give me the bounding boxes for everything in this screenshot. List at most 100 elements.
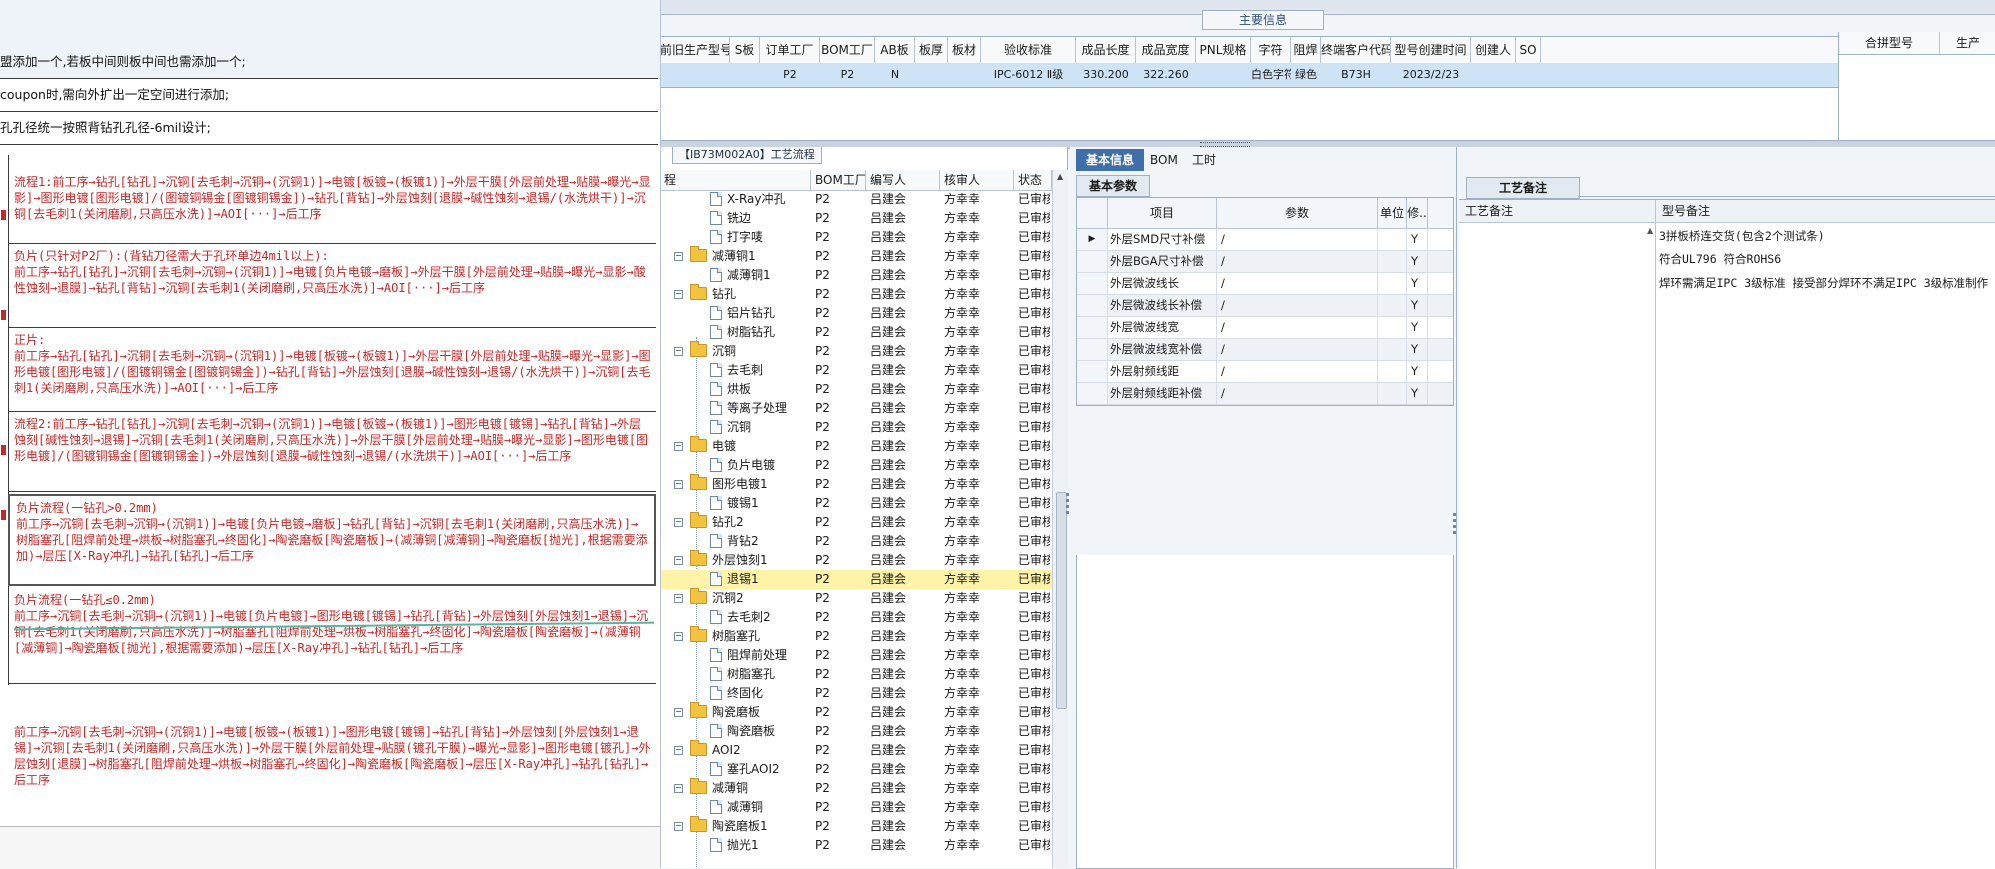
param-value[interactable]: / bbox=[1217, 295, 1378, 316]
tree-row[interactable]: − 钻孔2 P2 吕建会 方幸幸 已审核 bbox=[660, 512, 1052, 532]
collapse-icon[interactable]: − bbox=[674, 347, 683, 356]
tree-row[interactable]: 树脂钻孔 P2 吕建会 方幸幸 已审核 bbox=[660, 323, 1052, 342]
col-process[interactable]: 程 bbox=[660, 170, 811, 190]
tree-row[interactable]: 陶瓷磨板 P2 吕建会 方幸幸 已审核 bbox=[660, 722, 1052, 741]
collapse-icon[interactable]: − bbox=[674, 290, 683, 299]
col-production[interactable]: 生产 bbox=[1940, 32, 1995, 55]
row-indicator[interactable] bbox=[1077, 295, 1108, 316]
col-reviewer[interactable]: 核审人 bbox=[940, 170, 1014, 190]
tree-row[interactable]: 铣边 P2 吕建会 方幸幸 已审核 bbox=[660, 209, 1052, 228]
tree-row[interactable]: − 电镀 P2 吕建会 方幸幸 已审核 bbox=[660, 436, 1052, 456]
tab-bom[interactable]: BOM bbox=[1140, 149, 1188, 171]
tree-row[interactable]: − 减薄铜 P2 吕建会 方幸幸 已审核 bbox=[660, 778, 1052, 798]
info-col-0[interactable]: 前旧生产型号 bbox=[660, 37, 730, 63]
tree-row[interactable]: 铝片钻孔 P2 吕建会 方幸幸 已审核 bbox=[660, 304, 1052, 323]
collapse-icon[interactable]: − bbox=[674, 480, 683, 489]
tree-row[interactable]: 阻焊前处理 P2 吕建会 方幸幸 已审核 bbox=[660, 646, 1052, 665]
tree-row[interactable]: X-Ray冲孔 P2 吕建会 方幸幸 已审核 bbox=[660, 190, 1052, 209]
tab-basic-info[interactable]: 基本信息 bbox=[1076, 149, 1145, 171]
row-indicator[interactable] bbox=[1077, 251, 1108, 272]
info-col-8[interactable]: 成品长度 bbox=[1076, 37, 1136, 63]
info-cell-3[interactable]: P2 bbox=[820, 63, 875, 87]
tree-row[interactable]: 背钻2 P2 吕建会 方幸幸 已审核 bbox=[660, 532, 1052, 551]
info-cell-2[interactable]: P2 bbox=[760, 63, 820, 87]
info-col-3[interactable]: BOM工厂 bbox=[820, 37, 875, 63]
tree-row[interactable]: 烘板 P2 吕建会 方幸幸 已审核 bbox=[660, 380, 1052, 399]
info-cell-16[interactable] bbox=[1516, 63, 1541, 87]
info-col-5[interactable]: 板厚 bbox=[915, 37, 948, 63]
tree-row[interactable]: 负片电镀 P2 吕建会 方幸幸 已审核 bbox=[660, 456, 1052, 475]
tree-row[interactable]: 树脂塞孔 P2 吕建会 方幸幸 已审核 bbox=[660, 665, 1052, 684]
col-item[interactable]: 项目 bbox=[1108, 198, 1217, 228]
info-col-4[interactable]: AB板 bbox=[875, 37, 915, 63]
info-cell-8[interactable]: 330.200 bbox=[1076, 63, 1136, 87]
info-col-6[interactable]: 板材 bbox=[948, 37, 981, 63]
tree-row[interactable]: 塞孔AOI2 P2 吕建会 方幸幸 已审核 bbox=[660, 760, 1052, 779]
col-unit[interactable]: 单位 bbox=[1378, 198, 1407, 228]
tree-row[interactable]: − 陶瓷磨板 P2 吕建会 方幸幸 已审核 bbox=[660, 702, 1052, 722]
tree-row[interactable]: − 沉铜 P2 吕建会 方幸幸 已审核 bbox=[660, 341, 1052, 361]
param-row[interactable]: 外层射频线距补偿 / Y bbox=[1077, 383, 1453, 405]
info-cell-13[interactable]: B73H bbox=[1321, 63, 1391, 87]
collapse-icon[interactable]: − bbox=[674, 822, 683, 831]
col-param[interactable]: 参数 bbox=[1217, 198, 1378, 228]
row-indicator[interactable] bbox=[1077, 383, 1108, 404]
param-value[interactable]: / bbox=[1217, 229, 1378, 250]
info-cell-1[interactable] bbox=[730, 63, 760, 87]
param-value[interactable]: / bbox=[1217, 251, 1378, 272]
info-col-1[interactable]: S板 bbox=[730, 37, 760, 63]
main-info-row[interactable]: P2 P2 N IPC-6012 Ⅱ级 330.200 322.260 白色字符 绿色 B73H… bbox=[660, 63, 1838, 88]
tree-row[interactable]: 等离子处理 P2 吕建会 方幸幸 已审核 bbox=[660, 399, 1052, 418]
col-bom-factory[interactable]: BOM工厂 bbox=[811, 170, 866, 190]
tree-row[interactable]: − 图形电镀1 P2 吕建会 方幸幸 已审核 bbox=[660, 474, 1052, 494]
collapse-icon[interactable]: − bbox=[674, 556, 683, 565]
info-col-15[interactable]: 创建人 bbox=[1471, 37, 1516, 63]
info-cell-12[interactable]: 绿色 bbox=[1291, 63, 1321, 87]
row-indicator[interactable]: ▶ bbox=[1077, 229, 1108, 250]
collapse-icon[interactable]: − bbox=[674, 746, 683, 755]
tree-row[interactable]: 去毛刺2 P2 吕建会 方幸幸 已审核 bbox=[660, 608, 1052, 627]
collapse-up-icon[interactable]: ▲ bbox=[1647, 226, 1653, 235]
param-row[interactable]: 外层微波线宽补偿 / Y bbox=[1077, 339, 1453, 361]
info-cell-5[interactable] bbox=[915, 63, 948, 87]
info-col-13[interactable]: 终端客户代码 bbox=[1321, 37, 1391, 63]
info-col-14[interactable]: 型号创建时间 bbox=[1391, 37, 1471, 63]
param-value[interactable]: / bbox=[1217, 361, 1378, 382]
process-notes-cell[interactable] bbox=[1459, 222, 1656, 869]
collapse-icon[interactable]: − bbox=[674, 594, 683, 603]
row-indicator[interactable] bbox=[1077, 273, 1108, 294]
row-indicator[interactable] bbox=[1077, 361, 1108, 382]
param-row[interactable]: ▶ 外层SMD尺寸补偿 / Y bbox=[1077, 229, 1453, 251]
param-value[interactable]: / bbox=[1217, 339, 1378, 360]
param-row[interactable]: 外层微波线长 / Y bbox=[1077, 273, 1453, 295]
info-cell-0[interactable] bbox=[660, 63, 730, 87]
tree-row[interactable]: 打字唛 P2 吕建会 方幸幸 已审核 bbox=[660, 228, 1052, 247]
info-col-11[interactable]: 字符 bbox=[1251, 37, 1291, 63]
row-indicator[interactable] bbox=[1077, 339, 1108, 360]
tab-work-hours[interactable]: 工时 bbox=[1182, 149, 1226, 171]
tree-row[interactable]: 去毛刺 P2 吕建会 方幸幸 已审核 bbox=[660, 361, 1052, 380]
tree-row[interactable]: − 外层蚀刻1 P2 吕建会 方幸幸 已审核 bbox=[660, 550, 1052, 570]
info-col-16[interactable]: SO bbox=[1516, 37, 1541, 63]
collapse-icon[interactable]: − bbox=[674, 518, 683, 527]
tree-row[interactable]: − AOI2 P2 吕建会 方幸幸 已审核 bbox=[660, 740, 1052, 760]
col-modify[interactable]: 修.. bbox=[1407, 198, 1428, 228]
param-value[interactable]: / bbox=[1217, 383, 1378, 404]
info-cell-4[interactable]: N bbox=[875, 63, 915, 87]
tree-row[interactable]: 退锡1 P2 吕建会 方幸幸 已审核 bbox=[660, 570, 1052, 589]
collapse-icon[interactable]: − bbox=[674, 632, 683, 641]
info-col-7[interactable]: 验收标准 bbox=[981, 37, 1076, 63]
tree-row[interactable]: − 沉铜2 P2 吕建会 方幸幸 已审核 bbox=[660, 588, 1052, 608]
tree-row[interactable]: − 树脂塞孔 P2 吕建会 方幸幸 已审核 bbox=[660, 626, 1052, 646]
info-cell-6[interactable] bbox=[948, 63, 981, 87]
col-model-notes[interactable]: 型号备注 bbox=[1656, 200, 1995, 223]
info-col-2[interactable]: 订单工厂 bbox=[760, 37, 820, 63]
info-cell-15[interactable] bbox=[1471, 63, 1516, 87]
collapse-icon[interactable]: − bbox=[674, 252, 683, 261]
row-indicator[interactable] bbox=[1077, 317, 1108, 338]
tree-row[interactable]: 终固化 P2 吕建会 方幸幸 已审核 bbox=[660, 684, 1052, 703]
col-merge-model[interactable]: 合拼型号 bbox=[1839, 32, 1940, 55]
info-cell-7[interactable]: IPC-6012 Ⅱ级 bbox=[981, 63, 1076, 87]
collapse-icon[interactable]: − bbox=[674, 442, 683, 451]
param-row[interactable]: 外层BGA尺寸补偿 / Y bbox=[1077, 251, 1453, 273]
